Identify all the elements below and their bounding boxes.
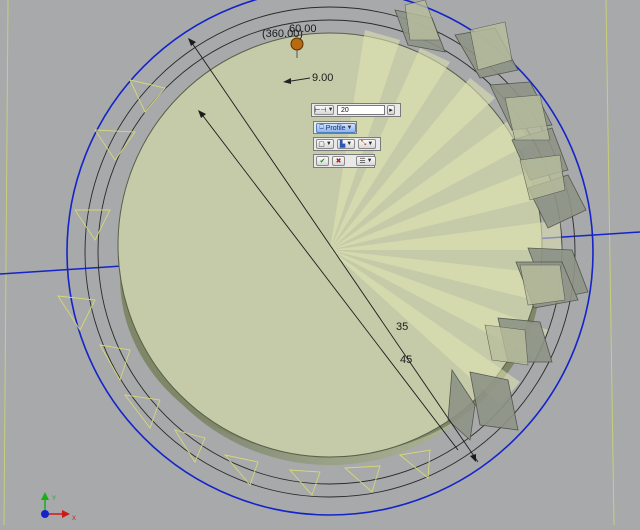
list-icon: ☰	[359, 158, 366, 165]
dim-diameter-outer[interactable]: 45	[400, 354, 412, 366]
confirm-toolbar: ✔ ✖ ☰ ▼	[313, 154, 376, 168]
profile-selector-toolbar: ⎕ Profile ▼	[313, 121, 357, 134]
coordinate-triad-icon: Y X	[41, 492, 76, 522]
chevron-down-icon: ▼	[346, 125, 353, 131]
dim-diameter-inner[interactable]: 35	[396, 321, 408, 333]
chevron-down-icon: ▼	[366, 158, 373, 164]
output-dropdown[interactable]: ▙ ▼	[337, 139, 355, 149]
spacing-icon: ⊢⊣	[314, 107, 327, 114]
chevron-down-icon: ▼	[346, 141, 353, 147]
chevron-down-icon: ▼	[327, 107, 334, 113]
ok-button[interactable]: ✔	[316, 156, 329, 166]
pattern-count-mini-toolbar: ⊢⊣ ▼ 20 ▸	[311, 103, 401, 117]
chevron-down-icon: ▼	[367, 141, 374, 147]
options-dropdown[interactable]: ☰ ▼	[356, 156, 376, 166]
svg-text:Y: Y	[52, 496, 56, 502]
profile-label: Profile	[325, 124, 346, 132]
profile-select-button[interactable]: ⎕ Profile ▼	[316, 123, 356, 133]
count-mode-dropdown[interactable]: ⊢⊣ ▼	[314, 105, 334, 115]
chevron-right-icon: ▸	[389, 107, 393, 114]
dim-arrow-top	[188, 38, 196, 46]
model-canvas[interactable]: (360.00) 60.00 9.00 35 45 Y X	[0, 0, 640, 526]
dim-angle-step[interactable]: 60.00	[289, 23, 317, 35]
expand-toolbar-button[interactable]: ▸	[387, 105, 395, 115]
flip-direction-icon: ⤡	[360, 140, 367, 147]
graphics-viewport[interactable]: (360.00) 60.00 9.00 35 45 Y X ⊢⊣ ▼ 20 ▸ ⎕…	[0, 0, 640, 526]
chevron-down-icon: ▼	[325, 141, 332, 147]
extent-icon: ▢	[318, 141, 325, 148]
svg-text:X: X	[72, 516, 76, 522]
solid-icon: ▙	[339, 141, 346, 148]
direction-dropdown[interactable]: ⤡ ▼	[358, 139, 376, 149]
count-input[interactable]: 20	[337, 105, 385, 115]
extent-dropdown[interactable]: ▢ ▼	[316, 139, 334, 149]
operation-toolbar: ▢ ▼ ▙ ▼ ⤡ ▼	[313, 137, 381, 151]
profile-icon: ⎕	[319, 124, 324, 131]
dim-offset[interactable]: 9.00	[312, 72, 333, 84]
sketch-plane-edge-left	[3, 0, 9, 526]
cancel-button[interactable]: ✖	[332, 156, 345, 166]
